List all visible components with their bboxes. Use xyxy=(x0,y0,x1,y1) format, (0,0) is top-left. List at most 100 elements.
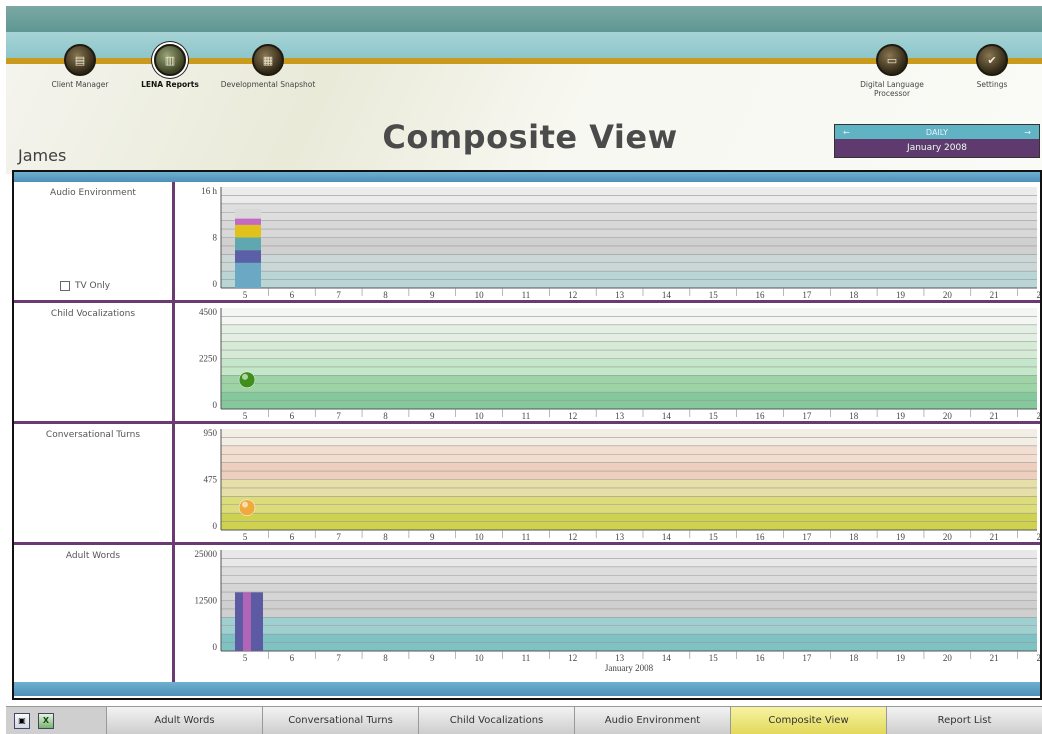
x-tick-label: 6 xyxy=(290,411,295,421)
nav-client-manager[interactable]: ▤ Client Manager xyxy=(32,44,128,89)
x-tick-label: 5 xyxy=(243,532,248,542)
x-tick-label: 12 xyxy=(568,653,577,663)
panel-top-bar xyxy=(14,172,1040,182)
tv-only-checkbox[interactable]: TV Only xyxy=(60,281,110,291)
x-tick-label: 12 xyxy=(568,290,577,300)
period-toggle[interactable]: ← DAILY → xyxy=(835,125,1039,139)
x-tick-label: 16 xyxy=(756,653,766,663)
stacked-bar-segment xyxy=(235,218,261,225)
period-mode: DAILY xyxy=(925,127,949,137)
x-tick-label: 9 xyxy=(430,532,435,542)
nav-lena-reports[interactable]: ▥ LENA Reports xyxy=(122,44,218,89)
x-tick-label: 20 xyxy=(943,290,953,300)
x-tick-label: 17 xyxy=(802,290,812,300)
y-tick-label: 0 xyxy=(213,400,218,410)
y-tick-label: 16 h xyxy=(201,186,217,196)
x-tick-label: 17 xyxy=(802,532,812,542)
nav-label: Developmental Snapshot xyxy=(220,80,316,89)
x-tick-label: 8 xyxy=(383,411,388,421)
x-tick-label: 15 xyxy=(709,653,719,663)
nav-label: Settings xyxy=(976,80,1008,89)
tab-report-list[interactable]: Report List xyxy=(886,707,1042,734)
x-tick-label: 11 xyxy=(522,290,531,300)
x-tick-label: 20 xyxy=(943,411,953,421)
x-tick-label: 5 xyxy=(243,653,248,663)
x-tick-label: 14 xyxy=(662,653,672,663)
row-label-conversational-turns: Conversational Turns xyxy=(45,430,141,440)
y-tick-label: 950 xyxy=(204,428,218,438)
tab-adult-words[interactable]: Adult Words xyxy=(106,707,262,734)
x-tick-label: 9 xyxy=(430,653,435,663)
x-tick-label: 22 xyxy=(1037,532,1041,542)
x-tick-label: 13 xyxy=(615,411,625,421)
y-tick-label: 4500 xyxy=(199,307,218,317)
y-tick-label: 0 xyxy=(213,521,218,531)
x-tick-label: 20 xyxy=(943,653,953,663)
x-tick-label: 15 xyxy=(709,411,719,421)
x-tick-label: 18 xyxy=(849,290,859,300)
data-point xyxy=(238,371,256,389)
x-tick-label: 13 xyxy=(615,532,625,542)
data-point-highlight xyxy=(242,501,248,508)
client-name: James xyxy=(18,146,67,165)
x-tick-label: 22 xyxy=(1037,411,1041,421)
x-tick-label: 10 xyxy=(475,290,485,300)
x-tick-label: 5 xyxy=(243,290,248,300)
column-divider xyxy=(172,182,175,682)
panel-bottom-bar xyxy=(14,682,1040,696)
x-tick-label: 7 xyxy=(336,653,341,663)
x-tick-label: 9 xyxy=(430,290,435,300)
x-tick-label: 8 xyxy=(383,290,388,300)
stacked-bar-segment xyxy=(235,237,261,251)
x-tick-label: 11 xyxy=(522,532,531,542)
nav-developmental-snapshot[interactable]: ▦ Developmental Snapshot xyxy=(220,44,316,89)
x-tick-label: 21 xyxy=(990,290,999,300)
export-tools: ▣ X xyxy=(6,707,106,734)
y-tick-label: 0 xyxy=(213,642,218,652)
x-tick-label: 12 xyxy=(568,411,577,421)
x-tick-label: 17 xyxy=(802,653,812,663)
x-tick-label: 19 xyxy=(896,290,906,300)
x-tick-label: 14 xyxy=(662,411,672,421)
nav-digital-language-processor[interactable]: ▭ Digital Language Processor xyxy=(844,44,940,98)
x-tick-label: 15 xyxy=(709,290,719,300)
data-point-highlight xyxy=(242,373,248,380)
x-tick-label: 22 xyxy=(1037,290,1041,300)
x-tick-label: 19 xyxy=(896,411,906,421)
nav-settings[interactable]: ✔ Settings xyxy=(944,44,1040,89)
excel-icon[interactable]: X xyxy=(38,712,54,729)
tab-audio-environment[interactable]: Audio Environment xyxy=(574,707,730,734)
y-tick-label: 8 xyxy=(213,233,218,243)
x-tick-label: 20 xyxy=(943,532,953,542)
row-label-audio-environment: Audio Environment xyxy=(50,188,136,198)
x-tick-label: 11 xyxy=(522,411,531,421)
x-tick-label: 18 xyxy=(849,411,859,421)
y-tick-label: 25000 xyxy=(195,549,218,559)
row-divider xyxy=(14,421,1040,424)
y-tick-label: 0 xyxy=(213,279,218,289)
snapshot-icon: ▦ xyxy=(252,44,284,76)
x-tick-label: 21 xyxy=(990,411,999,421)
x-tick-label: 16 xyxy=(756,290,766,300)
tv-only-label: TV Only xyxy=(75,281,111,291)
next-arrow-icon[interactable]: → xyxy=(1024,128,1031,137)
x-tick-label: 10 xyxy=(475,411,485,421)
stacked-bar-segment xyxy=(235,262,261,288)
row-label-adult-words: Adult Words xyxy=(65,551,121,561)
x-tick-label: 19 xyxy=(896,532,906,542)
tab-composite-view[interactable]: Composite View xyxy=(730,707,886,734)
x-tick-label: 6 xyxy=(290,290,295,300)
print-icon[interactable]: ▣ xyxy=(14,712,30,729)
x-tick-label: 22 xyxy=(1037,653,1041,663)
x-tick-label: 17 xyxy=(802,411,812,421)
tab-child-vocalizations[interactable]: Child Vocalizations xyxy=(418,707,574,734)
x-tick-label: 8 xyxy=(383,653,388,663)
x-tick-label: 21 xyxy=(990,532,999,542)
y-tick-label: 12500 xyxy=(195,596,218,606)
x-tick-label: 14 xyxy=(662,532,672,542)
y-tick-label: 2250 xyxy=(199,354,218,364)
x-tick-label: 16 xyxy=(756,532,766,542)
prev-arrow-icon[interactable]: ← xyxy=(843,128,850,137)
tab-conversational-turns[interactable]: Conversational Turns xyxy=(262,707,418,734)
checkbox-box[interactable] xyxy=(60,281,70,291)
